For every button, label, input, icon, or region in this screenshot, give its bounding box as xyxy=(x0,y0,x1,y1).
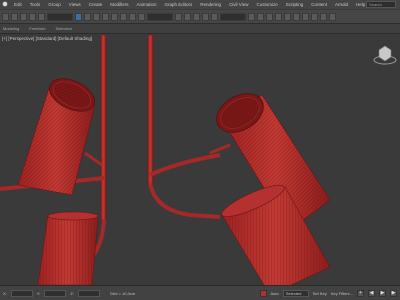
menu-views[interactable]: Views xyxy=(65,2,85,7)
add-key-icon[interactable]: + xyxy=(357,289,364,297)
reference-coordinate-dropdown[interactable] xyxy=(147,12,173,21)
menu-group[interactable]: Group xyxy=(44,2,65,7)
menu-bar: ⬢ Edit Tools Group Views Create Modifier… xyxy=(0,0,400,9)
menu-create[interactable]: Create xyxy=(85,2,107,7)
bottom-left-lamp xyxy=(37,211,99,285)
spinner-snap-icon[interactable] xyxy=(211,12,218,21)
ribbon: Modeling Freeform Selection xyxy=(0,24,400,34)
window-crossing-icon[interactable] xyxy=(102,12,109,21)
menu-graph-editors[interactable]: Graph Editors xyxy=(161,2,197,7)
redo-icon[interactable] xyxy=(11,12,18,21)
key-filters-button[interactable]: Key Filters... xyxy=(331,291,353,296)
menu-animation[interactable]: Animation xyxy=(133,2,161,7)
bind-icon[interactable] xyxy=(38,12,45,21)
selection-filter-dropdown[interactable] xyxy=(47,12,73,21)
next-frame-icon[interactable]: ▶ xyxy=(390,289,397,297)
play-icon[interactable]: ▶ xyxy=(379,289,386,297)
selected-dropdown[interactable]: Selected xyxy=(282,289,309,297)
layer-icon[interactable] xyxy=(266,12,273,21)
coord-y-field[interactable] xyxy=(44,289,67,297)
tab-selection[interactable]: Selection xyxy=(55,26,71,31)
link-icon[interactable] xyxy=(20,12,27,21)
left-lamp-shade xyxy=(17,78,103,196)
select-by-name-icon[interactable] xyxy=(84,12,91,21)
rotate-icon[interactable] xyxy=(120,12,127,21)
perspective-viewport[interactable]: [+] [Perspective] [Standard] [Default Sh… xyxy=(0,35,400,285)
curve-editor-icon[interactable] xyxy=(284,12,291,21)
menu-tools[interactable]: Tools xyxy=(26,2,45,7)
menu-arnold[interactable]: Arnold xyxy=(331,2,352,7)
named-selection-dropdown[interactable] xyxy=(220,12,246,21)
auto-key-button[interactable] xyxy=(259,289,267,297)
undo-icon[interactable] xyxy=(2,12,9,21)
menu-civil-view[interactable]: Civil View xyxy=(225,2,252,7)
coord-x-field[interactable] xyxy=(10,289,33,297)
move-icon[interactable] xyxy=(111,12,118,21)
main-toolbar xyxy=(0,9,400,24)
scale-icon[interactable] xyxy=(129,12,136,21)
percent-snap-icon[interactable] xyxy=(202,12,209,21)
app-logo-icon[interactable]: ⬢ xyxy=(0,0,10,9)
align-icon[interactable] xyxy=(257,12,264,21)
tab-freeform[interactable]: Freeform xyxy=(29,26,45,31)
prev-frame-icon[interactable]: ◀ xyxy=(368,289,375,297)
menu-content[interactable]: Content xyxy=(307,2,331,7)
lamp-model xyxy=(0,35,397,285)
tab-modeling[interactable]: Modeling xyxy=(3,26,19,31)
status-bar: X: Y: Z: Grid = 10,0cm Auto Selected Set… xyxy=(0,285,400,300)
menu-modifiers[interactable]: Modifiers xyxy=(106,2,132,7)
pivot-icon[interactable] xyxy=(175,12,182,21)
coord-z-label: Z: xyxy=(70,290,74,296)
material-editor-icon[interactable] xyxy=(302,12,309,21)
snap-icon[interactable] xyxy=(184,12,191,21)
menu-edit[interactable]: Edit xyxy=(10,2,26,7)
select-object-icon[interactable] xyxy=(75,12,82,21)
mirror-icon[interactable] xyxy=(248,12,255,21)
coord-z-field[interactable] xyxy=(77,289,100,297)
coord-x-label: X: xyxy=(3,290,7,296)
region-select-icon[interactable] xyxy=(93,12,100,21)
angle-snap-icon[interactable] xyxy=(193,12,200,21)
render-icon[interactable] xyxy=(329,12,336,21)
placement-icon[interactable] xyxy=(138,12,145,21)
search-input[interactable]: Search xyxy=(366,1,396,8)
unlink-icon[interactable] xyxy=(29,12,36,21)
render-frame-icon[interactable] xyxy=(320,12,327,21)
scene-explorer-icon[interactable] xyxy=(275,12,282,21)
auto-key-label: Auto xyxy=(270,290,279,296)
render-setup-icon[interactable] xyxy=(311,12,318,21)
set-key-label[interactable]: Set Key xyxy=(313,291,327,296)
menu-customize[interactable]: Customize xyxy=(252,2,281,7)
menu-rendering[interactable]: Rendering xyxy=(196,2,225,7)
coord-y-label: Y: xyxy=(36,290,41,296)
viewcube-icon[interactable] xyxy=(373,45,397,65)
menu-scripting[interactable]: Scripting xyxy=(282,2,308,7)
schematic-view-icon[interactable] xyxy=(293,12,300,21)
grid-size: Grid = 10,0cm xyxy=(109,290,136,296)
